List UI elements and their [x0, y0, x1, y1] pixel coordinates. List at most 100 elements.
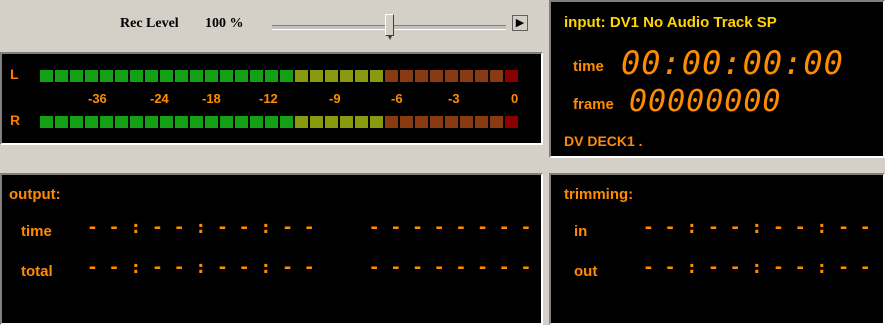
meter-segment — [445, 70, 458, 82]
meter-segment — [505, 116, 518, 128]
meter-segment — [55, 70, 68, 82]
trim-in-value: - - : - - : - - : - - — [643, 217, 871, 238]
output-total-label: total — [21, 263, 53, 280]
meter-segment — [130, 70, 143, 82]
meter-segment — [175, 70, 188, 82]
meter-segment — [70, 70, 83, 82]
meter-segment — [490, 70, 503, 82]
rec-level-bar: Rec Level 100 % ▶ — [0, 0, 543, 52]
meter-segment — [205, 116, 218, 128]
input-panel: input: DV1 No Audio Track SP time 00:00:… — [549, 0, 885, 158]
rec-level-label: Rec Level — [120, 16, 179, 31]
meter-segment — [355, 70, 368, 82]
meter-segment — [115, 116, 128, 128]
meter-segment — [85, 70, 98, 82]
scale-tick: -6 — [391, 91, 403, 106]
meter-segment — [310, 116, 323, 128]
meter-segment — [400, 116, 413, 128]
meter-segment — [235, 116, 248, 128]
meter-segment — [265, 70, 278, 82]
meter-segment — [370, 70, 383, 82]
meter-segment — [445, 116, 458, 128]
output-time-label: time — [21, 223, 52, 240]
meter-segment — [475, 70, 488, 82]
input-header: input: DV1 No Audio Track SP — [564, 14, 777, 31]
meter-segment — [190, 70, 203, 82]
meter-segment — [220, 70, 233, 82]
scale-tick: 0 — [511, 91, 519, 106]
output-total-value: - - : - - : - - : - - - - - - - - - - — [87, 257, 532, 278]
meter-segment — [340, 116, 353, 128]
meter-segment — [475, 116, 488, 128]
meter-segment — [55, 116, 68, 128]
meter-segment — [280, 116, 293, 128]
trimming-panel: trimming: in - - : - - : - - : - - out -… — [549, 173, 885, 325]
meter-segment — [85, 116, 98, 128]
meter-segment — [250, 70, 263, 82]
scale-tick: -24 — [150, 91, 169, 106]
input-time-label: time — [573, 58, 604, 75]
left-channel-label: L — [10, 66, 19, 82]
meter-segment — [100, 116, 113, 128]
meter-segment — [325, 116, 338, 128]
meter-segment — [490, 116, 503, 128]
meter-segment — [40, 116, 53, 128]
meter-segment — [205, 70, 218, 82]
right-channel-meter — [40, 116, 518, 128]
input-frame-count: 00000000 — [629, 84, 782, 119]
meter-segment — [280, 70, 293, 82]
output-title: output: — [9, 186, 61, 203]
meter-segment — [385, 116, 398, 128]
trimming-title: trimming: — [564, 186, 634, 203]
meter-segment — [145, 116, 158, 128]
meter-segment — [220, 116, 233, 128]
meter-segment — [40, 70, 53, 82]
output-time-value: - - : - - : - - : - - - - - - - - - - — [87, 217, 532, 238]
meter-segment — [430, 116, 443, 128]
scale-tick: -3 — [448, 91, 460, 106]
left-channel-meter — [40, 70, 518, 82]
meter-segment — [355, 116, 368, 128]
meter-segment — [415, 116, 428, 128]
rec-level-slider-thumb[interactable] — [385, 14, 394, 40]
trim-in-label: in — [574, 223, 588, 240]
meter-segment — [430, 70, 443, 82]
meter-segment — [265, 116, 278, 128]
rec-level-value: 100 % — [205, 16, 244, 31]
meter-segment — [160, 116, 173, 128]
scale-tick: -36 — [88, 91, 107, 106]
meter-segment — [175, 116, 188, 128]
input-timecode: 00:00:00:00 — [621, 44, 844, 82]
scale-tick: -12 — [259, 91, 278, 106]
meter-segment — [460, 116, 473, 128]
meter-segment — [130, 116, 143, 128]
meter-segment — [370, 116, 383, 128]
meter-segment — [70, 116, 83, 128]
meter-segment — [385, 70, 398, 82]
trim-out-label: out — [574, 263, 598, 280]
meter-segment — [340, 70, 353, 82]
meter-segment — [100, 70, 113, 82]
meter-segment — [160, 70, 173, 82]
input-frame-label: frame — [573, 96, 614, 113]
meter-segment — [115, 70, 128, 82]
scale-tick: -9 — [329, 91, 341, 106]
horizontal-splitter[interactable] — [0, 158, 885, 173]
scale-tick: -18 — [202, 91, 221, 106]
speaker-icon[interactable]: ▶ — [512, 15, 528, 31]
meter-segment — [250, 116, 263, 128]
meter-segment — [310, 70, 323, 82]
meter-segment — [190, 116, 203, 128]
meter-segment — [415, 70, 428, 82]
meter-segment — [460, 70, 473, 82]
trim-out-value: - - : - - : - - : - - — [643, 257, 871, 278]
meter-segment — [325, 70, 338, 82]
deck-name: DV DECK1 . — [564, 133, 643, 149]
meter-segment — [505, 70, 518, 82]
output-panel: output: time - - : - - : - - : - - - - -… — [0, 173, 543, 325]
right-channel-label: R — [10, 112, 21, 128]
meter-segment — [145, 70, 158, 82]
audio-level-meter: L -36 -24 -18 -12 -9 -6 -3 0 R — [0, 52, 543, 145]
meter-segment — [295, 70, 308, 82]
meter-segment — [235, 70, 248, 82]
